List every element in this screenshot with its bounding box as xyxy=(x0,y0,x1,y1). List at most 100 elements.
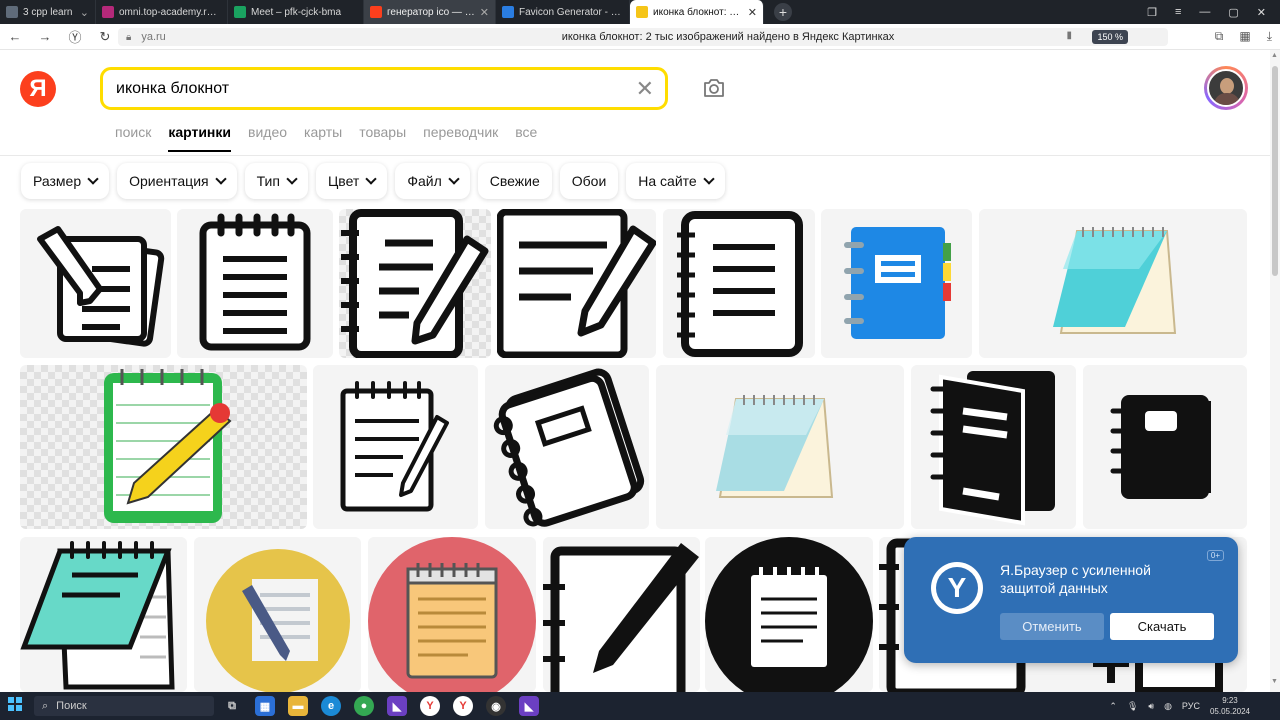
image-result[interactable] xyxy=(20,365,307,529)
image-result[interactable] xyxy=(20,209,171,358)
tabs-list-icon[interactable]: ❐ xyxy=(1147,6,1157,19)
microphone-icon[interactable]: 🎙︎ xyxy=(1127,701,1138,712)
tab-item[interactable]: Favicon Generator - Image xyxy=(496,0,630,24)
yandex-logo[interactable]: Я xyxy=(20,71,56,107)
filter-color[interactable]: Цвет xyxy=(315,163,388,199)
network-icon[interactable]: ◍ xyxy=(1164,701,1172,712)
visual-studio-icon[interactable]: ◣ xyxy=(387,696,407,716)
image-result[interactable] xyxy=(1083,365,1247,529)
tab-search[interactable]: поиск xyxy=(115,124,151,152)
service-tabs: поиск картинки видео карты товары перево… xyxy=(115,124,554,152)
new-tab-button[interactable]: + xyxy=(774,3,792,21)
tab-all[interactable]: все xyxy=(515,124,537,152)
filter-fresh[interactable]: Свежие xyxy=(477,163,552,199)
search-input[interactable] xyxy=(116,78,616,100)
yandex-browser-active-icon[interactable]: Y xyxy=(453,696,473,716)
notepad-pencil-icon xyxy=(37,226,165,347)
filter-bar: Размер Ориентация Тип Цвет Файл Свежие О… xyxy=(21,163,725,199)
downloads-icon[interactable]: ⤓ xyxy=(1267,29,1272,44)
tab-item[interactable]: Meet – pfk-cjck-bma xyxy=(228,0,364,24)
tab-products[interactable]: товары xyxy=(359,124,406,152)
yandex-home-icon[interactable]: Ⓨ xyxy=(60,27,90,46)
volume-icon[interactable]: 🔊︎ xyxy=(1148,701,1154,712)
image-result[interactable] xyxy=(663,209,815,358)
menu-icon[interactable]: ≡ xyxy=(1175,6,1181,18)
image-result[interactable] xyxy=(911,365,1076,529)
image-result[interactable] xyxy=(177,209,333,358)
document-pen-icon xyxy=(497,209,656,358)
bookmark-icon[interactable]: ▮ xyxy=(1066,30,1072,41)
scroll-down-icon[interactable]: ▼ xyxy=(1271,678,1278,685)
user-avatar[interactable] xyxy=(1204,66,1248,110)
filter-type[interactable]: Тип xyxy=(244,163,308,199)
windows-start-icon[interactable] xyxy=(0,696,30,716)
tab-title: omni.top-academy.ru/#/p xyxy=(119,6,221,18)
tab-item[interactable]: 3 cpp learn ⌄ xyxy=(0,0,96,24)
yandex-browser-icon[interactable]: Y xyxy=(420,696,440,716)
scrollbar-thumb[interactable] xyxy=(1272,66,1278,276)
back-arrow-icon[interactable]: ← xyxy=(0,29,30,44)
image-result[interactable] xyxy=(543,537,700,692)
filter-size[interactable]: Размер xyxy=(21,163,110,199)
taskbar-apps: ⧉ ▦ ▬ e ● ◣ Y Y ◉ ◣ xyxy=(222,696,539,716)
extensions-icon[interactable]: ▦ xyxy=(1239,29,1250,44)
image-result[interactable] xyxy=(485,365,649,529)
zoom-badge[interactable]: 150 % xyxy=(1092,30,1128,44)
clock[interactable]: 9:23 05.05.2024 xyxy=(1210,695,1250,717)
windows-store-icon[interactable]: ▦ xyxy=(255,696,275,716)
tray-chevron-up-icon[interactable]: ⌃ xyxy=(1109,701,1117,712)
image-result[interactable] xyxy=(821,209,972,358)
chevron-down-icon xyxy=(448,173,460,185)
edge-icon[interactable]: e xyxy=(321,696,341,716)
filter-wallpapers[interactable]: Обои xyxy=(559,163,619,199)
tab-item[interactable]: генератор ico — Яндекс ✕ xyxy=(364,0,496,24)
image-result[interactable] xyxy=(194,537,361,692)
close-icon[interactable]: ✕ xyxy=(480,6,489,19)
clear-icon[interactable]: ✕ xyxy=(636,76,654,102)
filter-label: Ориентация xyxy=(129,173,209,189)
image-result[interactable] xyxy=(979,209,1247,358)
collections-icon[interactable]: ⧉ xyxy=(1215,29,1224,44)
scroll-up-icon[interactable]: ▲ xyxy=(1271,52,1278,59)
filter-label: Размер xyxy=(33,173,82,189)
image-result[interactable] xyxy=(368,537,536,692)
language-indicator[interactable]: РУС xyxy=(1182,701,1200,711)
image-result[interactable] xyxy=(705,537,873,692)
filter-file[interactable]: Файл xyxy=(395,163,470,199)
filter-on-site[interactable]: На сайте xyxy=(626,163,725,199)
minimize-icon[interactable]: — xyxy=(1199,6,1210,18)
image-result[interactable] xyxy=(339,209,491,358)
reload-icon[interactable]: ↻ xyxy=(90,29,120,45)
cancel-button[interactable]: Отменить xyxy=(1000,613,1104,640)
window-controls: ❐ ≡ — ▢ ✕ xyxy=(1147,0,1280,24)
tilted-notebook-icon xyxy=(493,368,645,527)
tab-images[interactable]: картинки xyxy=(168,124,232,152)
tab-item-active[interactable]: иконка блокнот: 2 тыс. ✕ xyxy=(630,0,764,24)
tab-item[interactable]: omni.top-academy.ru/#/p xyxy=(96,0,228,24)
maximize-icon[interactable]: ▢ xyxy=(1228,6,1238,19)
image-result[interactable] xyxy=(20,537,187,692)
tab-maps[interactable]: карты xyxy=(304,124,342,152)
camera-search-icon[interactable] xyxy=(702,77,726,99)
tab-translator[interactable]: переводчик xyxy=(423,124,498,152)
close-window-icon[interactable]: ✕ xyxy=(1257,6,1266,19)
clock-time: 9:23 xyxy=(1222,696,1238,705)
chrome-icon[interactable]: ● xyxy=(354,696,374,716)
page-scrollbar[interactable]: ▲ ▼ xyxy=(1270,50,1280,692)
tab-video[interactable]: видео xyxy=(248,124,287,152)
close-icon[interactable]: ✕ xyxy=(748,6,757,19)
filter-orientation[interactable]: Ориентация xyxy=(117,163,237,199)
download-button[interactable]: Скачать xyxy=(1110,613,1214,640)
visual-studio-2-icon[interactable]: ◣ xyxy=(519,696,539,716)
url-field[interactable]: 🔒︎ ya.ru иконка блокнот: 2 тыс изображен… xyxy=(118,28,1168,46)
teal-notepad-icon xyxy=(20,541,175,690)
forward-arrow-icon[interactable]: → xyxy=(30,29,60,44)
image-result[interactable] xyxy=(497,209,656,358)
task-view-icon[interactable]: ⧉ xyxy=(222,696,242,716)
image-result[interactable] xyxy=(656,365,904,529)
tab-favicon-icon xyxy=(636,6,648,18)
file-explorer-icon[interactable]: ▬ xyxy=(288,696,308,716)
obs-icon[interactable]: ◉ xyxy=(486,696,506,716)
image-result[interactable] xyxy=(313,365,478,529)
taskbar-search[interactable]: ⌕ Поиск xyxy=(34,696,214,716)
